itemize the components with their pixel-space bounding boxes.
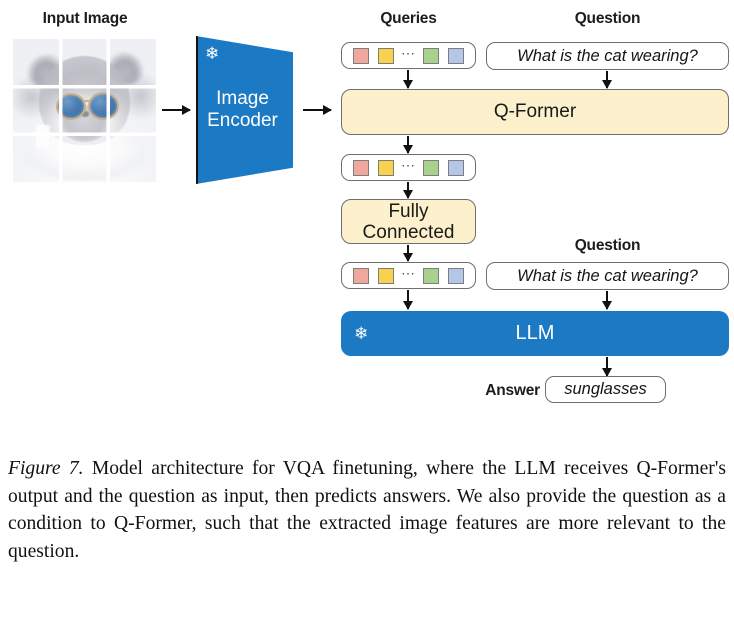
llm-block[interactable]: ❄ LLM	[341, 311, 729, 356]
token-red	[353, 159, 369, 176]
token-yellow	[378, 159, 394, 176]
queries-token-box-middle[interactable]: ⋯	[341, 154, 476, 181]
figure-number: Figure 7.	[8, 458, 84, 479]
arrow-image-to-encoder	[162, 109, 190, 112]
token-red	[353, 47, 369, 64]
arrow-llm-to-answer	[606, 357, 609, 376]
token-blue	[448, 47, 464, 64]
patch-grid-overlay	[13, 39, 156, 182]
token-red	[353, 267, 369, 284]
llm-label: LLM	[515, 322, 555, 344]
arrow-encoder-to-qformer	[303, 109, 331, 112]
image-encoder-label-line2: Encoder	[207, 110, 278, 131]
arrow-question-to-llm	[606, 291, 609, 309]
queries-token-box-bottom[interactable]: ⋯	[341, 262, 476, 289]
arrow-tokens-to-llm	[407, 290, 410, 309]
fully-connected-block[interactable]: Fully Connected	[341, 199, 476, 244]
token-ellipsis-icon: ⋯	[401, 156, 416, 173]
token-blue	[448, 159, 464, 176]
arrow-qformer-to-tokens	[407, 136, 410, 153]
token-yellow	[378, 47, 394, 64]
image-encoder-label: Image Encoder	[196, 88, 289, 132]
image-encoder-label-line1: Image	[216, 88, 269, 109]
image-encoder-block[interactable]: ❄ Image Encoder	[196, 36, 293, 184]
token-green	[423, 159, 439, 176]
question-input-top[interactable]: What is the cat wearing?	[486, 42, 729, 70]
question-label-top: Question	[574, 10, 641, 27]
figure-caption: Figure 7. Model architecture for VQA fin…	[8, 455, 726, 565]
input-image-label: Input Image	[42, 10, 128, 27]
snowflake-icon: ❄	[354, 324, 369, 343]
arrow-fully-connected-to-tokens	[407, 245, 410, 261]
token-yellow	[378, 267, 394, 284]
token-ellipsis-icon: ⋯	[401, 44, 416, 61]
q-former-block[interactable]: Q-Former	[341, 89, 729, 135]
token-blue	[448, 267, 464, 284]
queries-token-box-top[interactable]: ⋯	[341, 42, 476, 69]
fully-connected-label-line2: Connected	[362, 221, 455, 243]
fully-connected-label-line1: Fully	[388, 200, 429, 222]
input-image-photo	[13, 39, 156, 182]
arrow-queries-to-qformer	[407, 70, 410, 88]
token-green	[423, 47, 439, 64]
figure-caption-body: Model architecture for VQA finetuning, w…	[8, 458, 726, 562]
answer-label: Answer	[485, 382, 540, 399]
answer-value[interactable]: sunglasses	[545, 376, 666, 403]
queries-label: Queries	[380, 10, 437, 27]
arrow-question-to-qformer	[606, 71, 609, 88]
question-label-bottom: Question	[574, 237, 641, 254]
token-green	[423, 267, 439, 284]
token-ellipsis-icon: ⋯	[401, 264, 416, 281]
snowflake-icon: ❄	[205, 44, 220, 63]
question-input-bottom[interactable]: What is the cat wearing?	[486, 262, 729, 290]
arrow-tokens-to-fully-connected	[407, 182, 410, 198]
